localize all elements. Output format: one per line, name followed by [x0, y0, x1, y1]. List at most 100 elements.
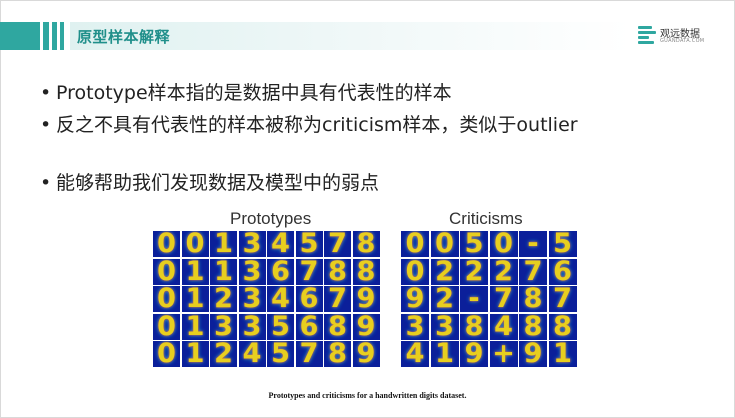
criticism-digit-glyph: 4: [405, 341, 425, 367]
logo-sub: GUANDATA.COM: [660, 38, 705, 44]
prototype-digit-image: 4: [267, 286, 294, 312]
prototype-digit-image: 6: [295, 286, 323, 312]
criticism-digit-image: 1: [548, 341, 577, 367]
criticism-digit-glyph: 7: [553, 286, 572, 312]
prototype-digit-image: 3: [210, 313, 237, 340]
prototype-digit-glyph: 1: [214, 258, 233, 285]
prototype-digit-glyph: 5: [271, 341, 290, 367]
bullet-item: • 能够帮助我们发现数据及模型中的弱点: [40, 172, 380, 194]
prototype-digit-image: 2: [210, 286, 237, 312]
bullet-text: 反之不具有代表性的样本被称为criticism样本，类似于outlier: [56, 114, 578, 136]
prototype-digit-image: 1: [181, 341, 209, 367]
criticism-digit-glyph: 0: [405, 258, 425, 285]
prototypes-title: Prototypes: [230, 209, 312, 228]
criticism-digit-glyph: -: [468, 286, 480, 312]
prototype-digit-glyph: 7: [328, 231, 347, 257]
prototype-digit-glyph: 4: [271, 231, 290, 257]
prototype-digit-glyph: 1: [185, 258, 205, 285]
prototype-digit-glyph: 8: [328, 313, 347, 340]
criticism-digit-image: 2: [489, 258, 518, 285]
criticism-digit-glyph: 2: [435, 258, 454, 285]
criticism-digit-glyph: 1: [553, 341, 572, 367]
criticism-digit-image: 8: [548, 313, 577, 340]
criticism-digit-image: 9: [519, 341, 547, 367]
prototype-digit-image: 8: [324, 341, 351, 367]
prototype-digit-glyph: 3: [242, 286, 262, 312]
criticism-digit-image: 8: [460, 313, 488, 340]
prototype-digit-glyph: 0: [157, 313, 176, 340]
criticism-digit-glyph: +: [492, 341, 515, 367]
criticism-digit-image: 3: [430, 313, 459, 340]
criticism-digit-glyph: 2: [494, 258, 513, 285]
prototype-digit-image: 1: [181, 286, 209, 312]
prototype-digit-image: 0: [153, 231, 180, 257]
prototype-digit-glyph: 2: [214, 286, 233, 312]
prototype-digit-glyph: 4: [271, 286, 290, 312]
criticism-digit-image: 8: [519, 286, 547, 312]
prototype-digit-image: 2: [210, 341, 237, 367]
criticism-digit-glyph: 0: [435, 231, 454, 257]
criticism-digit-image: 3: [401, 313, 429, 340]
criticism-digit-image: 2: [460, 258, 488, 285]
prototype-digit-image: 7: [324, 286, 351, 312]
criticism-digit-image: 0: [489, 231, 518, 257]
header-accent-bars: [0, 22, 70, 50]
criticism-digit-glyph: 4: [494, 313, 513, 340]
prototype-digit-image: 0: [153, 313, 180, 340]
prototype-digit-glyph: 5: [299, 231, 319, 257]
criticism-digit-glyph: 3: [435, 313, 454, 340]
prototype-digit-glyph: 7: [299, 341, 319, 367]
criticism-digit-glyph: 8: [523, 313, 543, 340]
prototype-digit-image: 8: [352, 231, 380, 257]
criticism-digit-glyph: 7: [494, 286, 513, 312]
prototype-digit-image: 8: [352, 258, 380, 285]
prototype-digit-glyph: 3: [242, 258, 262, 285]
criticism-digit-glyph: 8: [464, 313, 484, 340]
criticism-digit-glyph: 5: [464, 231, 484, 257]
prototype-digit-image: 4: [238, 341, 266, 367]
criticism-digit-image: 0: [401, 231, 429, 257]
prototype-digit-image: 4: [267, 231, 294, 257]
bullet-text: 能够帮助我们发现数据及模型中的弱点: [56, 172, 380, 194]
criticism-digit-glyph: 8: [523, 286, 543, 312]
bullet-item: • 反之不具有代表性的样本被称为criticism样本，类似于outlier: [40, 114, 578, 136]
criticism-digit-image: 6: [548, 258, 577, 285]
prototype-digit-image: 6: [295, 313, 323, 340]
criticism-digit-image: 4: [489, 313, 518, 340]
brand-logo: 观远数据 GUANDATA.COM: [638, 24, 718, 50]
prototype-digit-image: 7: [295, 258, 323, 285]
criticism-digit-image: 0: [430, 231, 459, 257]
bullet-item: • Prototype样本指的是数据中具有代表性的样本: [40, 82, 452, 104]
prototype-digit-image: 9: [352, 286, 380, 312]
prototype-digit-image: 0: [153, 258, 180, 285]
criticism-digit-glyph: 9: [405, 286, 425, 312]
criticism-digit-glyph: 8: [553, 313, 572, 340]
prototype-digit-image: 0: [181, 231, 209, 257]
prototype-digit-glyph: 7: [299, 258, 319, 285]
prototype-digit-image: 3: [238, 286, 266, 312]
prototype-digit-glyph: 8: [356, 231, 376, 257]
criticism-digit-image: 9: [401, 286, 429, 312]
criticism-digit-image: 7: [548, 286, 577, 312]
criticism-digit-image: 5: [460, 231, 488, 257]
prototype-digit-glyph: 0: [157, 286, 176, 312]
prototype-digit-glyph: 3: [242, 313, 262, 340]
guandata-logo-icon: [638, 26, 656, 46]
prototype-digit-image: 5: [267, 341, 294, 367]
figure-caption: Prototypes and criticisms for a handwrit…: [268, 391, 467, 400]
criticism-digit-image: -: [519, 231, 547, 257]
criticism-digit-image: 7: [489, 286, 518, 312]
criticisms-title: Criticisms: [449, 209, 523, 228]
prototype-digit-glyph: 7: [328, 286, 347, 312]
prototype-digit-image: 8: [324, 313, 351, 340]
prototype-digit-glyph: 0: [157, 341, 176, 367]
criticism-digit-glyph: 3: [405, 313, 425, 340]
prototype-digit-glyph: 1: [185, 341, 205, 367]
prototype-digit-glyph: 1: [185, 286, 205, 312]
criticisms-grid: 0 0 5 0-5 0 2 2 2 7 6 9 2-7 8 7 3 3 8 4 8 8 4 1 9 +9 1: [401, 231, 577, 371]
criticism-digit-image: 1: [430, 341, 459, 367]
prototype-digit-image: 7: [324, 231, 351, 257]
criticism-digit-image: 5: [548, 231, 577, 257]
criticism-digit-image: 0: [401, 258, 429, 285]
criticism-digit-image: 4: [401, 341, 429, 367]
